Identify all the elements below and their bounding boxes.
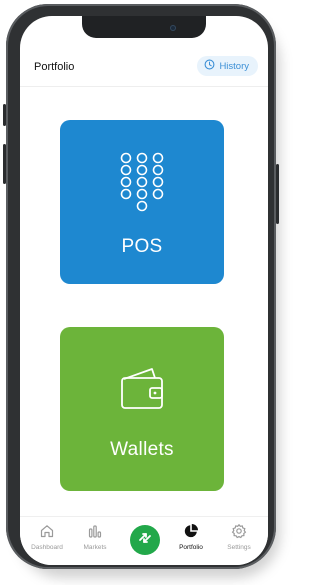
header-divider <box>20 86 268 87</box>
nav-item-settings[interactable]: Settings <box>216 523 262 551</box>
swap-arrows-icon <box>137 530 153 551</box>
nav-item-portfolio[interactable]: Portfolio <box>168 523 214 551</box>
phone-frame: Portfolio History POS Wallets Dashboard … <box>3 4 279 569</box>
wallets-label: Wallets <box>110 439 174 460</box>
pie-chart-icon <box>168 523 214 541</box>
nav-item-dashboard[interactable]: Dashboard <box>24 523 70 551</box>
wallets-tile[interactable]: Wallets <box>60 327 224 491</box>
wallet-icon <box>118 365 166 418</box>
side-button <box>3 104 6 126</box>
nav-label: Dashboard <box>31 544 63 551</box>
nav-label: Portfolio <box>179 544 203 551</box>
header: Portfolio History <box>20 48 268 88</box>
pos-tile[interactable]: POS <box>60 120 224 284</box>
history-button[interactable]: History <box>197 56 258 76</box>
home-icon <box>24 523 70 541</box>
side-button <box>276 164 279 224</box>
side-button <box>3 144 6 184</box>
bottom-nav: Dashboard Markets Portfolio Settings <box>20 516 268 565</box>
nav-label: Markets <box>83 544 107 551</box>
notch <box>82 16 206 38</box>
nav-label: Settings <box>227 544 251 551</box>
gear-icon <box>216 523 262 541</box>
bar-chart-icon <box>72 523 118 541</box>
camera-icon <box>170 25 176 31</box>
app-screen: Portfolio History POS Wallets Dashboard … <box>20 16 268 565</box>
trade-button[interactable] <box>130 525 160 555</box>
page-title: Portfolio <box>34 61 75 73</box>
nav-item-markets[interactable]: Markets <box>72 523 118 551</box>
keypad-icon <box>118 152 166 217</box>
clock-icon <box>204 59 215 73</box>
pos-label: POS <box>121 236 163 257</box>
history-label: History <box>219 60 249 72</box>
